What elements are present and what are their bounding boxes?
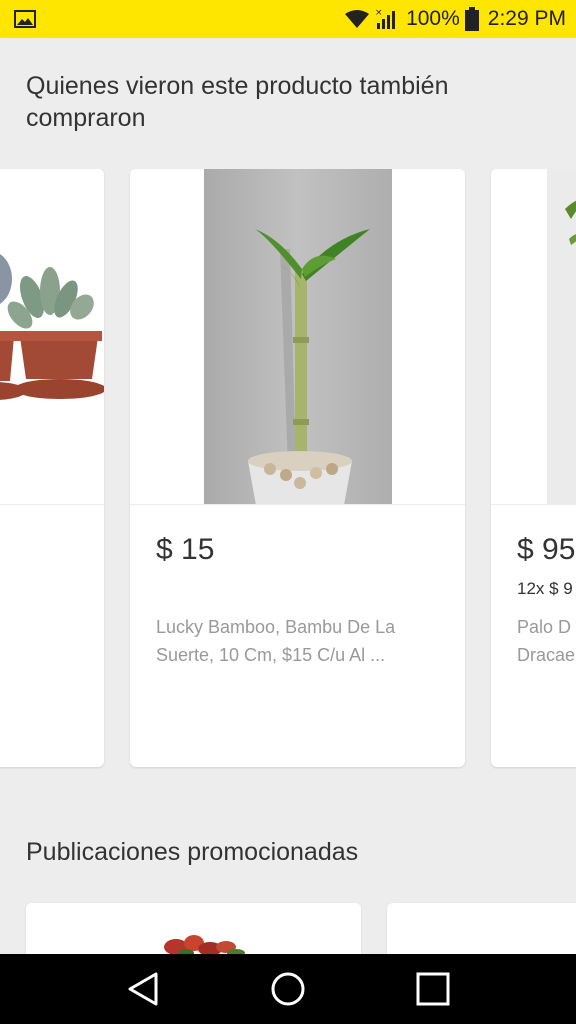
related-section-title: Quienes vieron este producto también com… [26,72,449,132]
product-price: $ 15 [156,533,215,566]
battery-icon [464,7,479,31]
product-price: $ 95 [517,533,576,566]
product-title: Lucky Bamboo, Bambu De La Suerte, 10 Cm,… [156,617,396,665]
recents-button[interactable] [403,959,463,1019]
clock: 2:29 PM [487,7,566,30]
product-image [0,169,104,505]
image-notification-icon [14,10,36,28]
product-installments: 12x $ 9 [517,579,573,598]
back-icon [128,972,158,1006]
back-button[interactable] [113,959,173,1019]
related-carousel[interactable]: $ 15 Lucky Bamboo, Bambu De La Suerte, 1… [0,169,576,769]
home-button[interactable] [258,959,318,1019]
product-card[interactable] [0,169,104,767]
battery-percent: 100% [406,7,460,30]
product-image [130,169,465,505]
screen: × 100% 2:29 PM Quienes vieron este produ… [0,0,576,1024]
wifi-icon [345,10,370,28]
product-image [491,169,576,505]
recents-icon [416,972,450,1006]
signal-icon: × [375,8,396,29]
navigation-bar [0,954,576,1024]
product-card[interactable]: $ 95 12x $ 9 Palo D Dracae [491,169,576,767]
product-card[interactable]: $ 15 Lucky Bamboo, Bambu De La Suerte, 1… [130,169,465,767]
status-bar: × 100% 2:29 PM [0,0,576,38]
home-icon [271,972,305,1006]
product-title: Palo D Dracae [517,617,576,665]
promoted-section-title: Publicaciones promocionadas [26,838,359,866]
svg-text:×: × [375,8,383,18]
